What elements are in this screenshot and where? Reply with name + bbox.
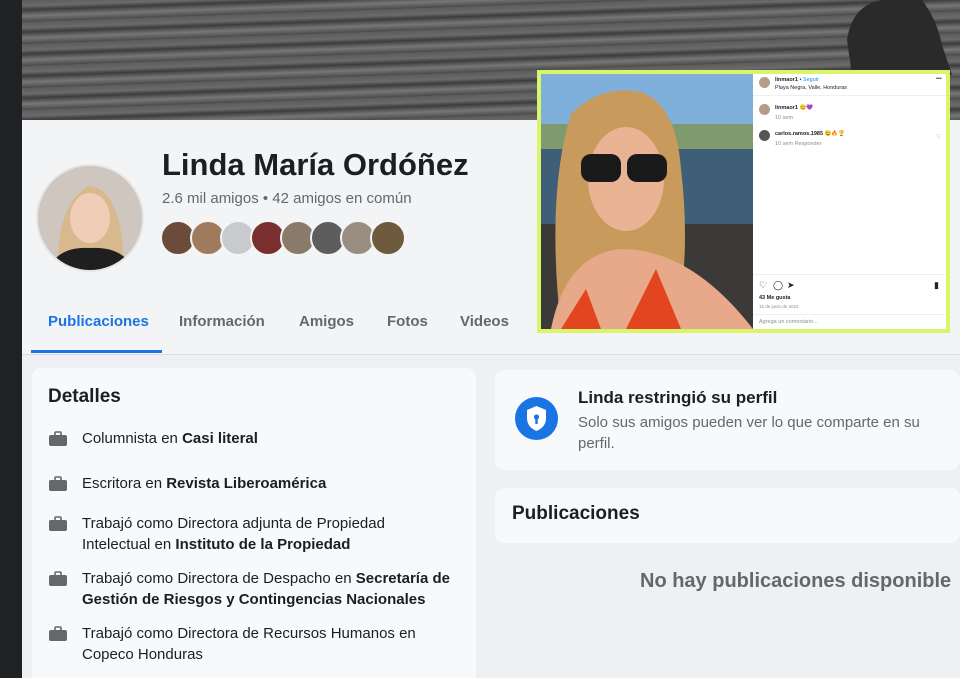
comment-username[interactable]: carlos.ramos.1985 [775, 131, 823, 137]
briefcase-icon [49, 516, 67, 531]
detail-text: Trabajó como Directora de Despacho en [82, 570, 356, 587]
insta-divider [753, 95, 946, 96]
share-icon[interactable]: ➤ [787, 280, 795, 291]
reply-link[interactable]: Responder [795, 141, 822, 147]
instagram-side-panel: linmaor1 • Seguir Playa Negra, Valle, Ho… [753, 74, 946, 329]
like-icon[interactable]: ♡ [759, 280, 767, 291]
active-tab-indicator [31, 350, 162, 353]
cover-person-silhouette [847, 0, 952, 75]
left-edge [0, 0, 22, 678]
restricted-title: Linda restringió su perfil [578, 388, 778, 407]
shield-icon [515, 397, 558, 440]
no-posts-message: No hay publicaciones disponible [640, 570, 952, 592]
detail-link[interactable]: Casi literal [182, 430, 258, 447]
briefcase-icon [49, 626, 67, 641]
commenter-avatar[interactable] [759, 130, 770, 141]
instagram-avatar[interactable] [759, 104, 770, 115]
posts-header-card: Publicaciones [495, 488, 960, 543]
detail-link[interactable]: Revista Liberoamérica [166, 475, 326, 492]
detail-link[interactable]: Instituto de la Propiedad [175, 536, 350, 553]
tab-amigos[interactable]: Amigos [299, 313, 354, 330]
insta-divider [753, 274, 946, 275]
briefcase-icon [49, 476, 67, 491]
instagram-post-inset: linmaor1 • Seguir Playa Negra, Valle, Ho… [537, 70, 950, 333]
briefcase-icon [49, 431, 67, 446]
details-title: Detalles [48, 386, 121, 407]
bookmark-icon[interactable]: ▮ [934, 280, 939, 291]
insta-divider [753, 314, 946, 315]
add-comment-input[interactable]: Agrega un comentario... [759, 319, 818, 325]
caption-username[interactable]: linmaor1 [775, 105, 798, 111]
posts-title: Publicaciones [512, 503, 640, 524]
instagram-location[interactable]: Playa Negra, Valle, Honduras [775, 85, 847, 91]
friends-count[interactable]: 2.6 mil amigos • 42 amigos en común [162, 190, 412, 207]
detail-text: Columnista en [82, 430, 183, 447]
avatar-photo [38, 166, 142, 270]
instagram-username[interactable]: linmaor1 [775, 77, 798, 83]
profile-avatar[interactable] [36, 164, 144, 272]
friend-avatar[interactable] [370, 220, 406, 256]
instagram-photo [541, 74, 753, 329]
comment-time: 10 sem [775, 141, 794, 147]
restricted-profile-card: Linda restringió su perfil Solo sus amig… [495, 370, 960, 470]
comment-like-icon[interactable]: ♡ [936, 134, 941, 140]
instagram-follow-button[interactable]: Seguir [803, 77, 819, 83]
header-divider [22, 354, 960, 355]
more-options-icon[interactable]: ••• [936, 76, 942, 82]
screenshot-frame: Linda María Ordóñez 2.6 mil amigos • 42 … [0, 0, 960, 678]
comment-icon[interactable]: ◯ [773, 280, 783, 291]
post-date: 15 de junio de 2023 [759, 304, 799, 309]
detail-text: Trabajó como Directora de Recursos Human… [82, 625, 416, 663]
tab-informacion[interactable]: Información [179, 313, 265, 330]
tab-fotos[interactable]: Fotos [387, 313, 428, 330]
comment-emoji: 😉🔥🏆 [824, 131, 846, 137]
detail-text: Escritora en [82, 475, 167, 492]
instagram-avatar[interactable] [759, 77, 770, 88]
tab-publicaciones[interactable]: Publicaciones [48, 313, 149, 330]
details-card: Detalles Columnista en Casi literal Escr… [32, 368, 476, 678]
tab-videos[interactable]: Videos [460, 313, 509, 330]
profile-name: Linda María Ordóñez [162, 147, 469, 182]
restricted-text: Solo sus amigos pueden ver lo que compar… [578, 414, 920, 452]
caption-emoji: 😊💜 [799, 105, 814, 111]
briefcase-icon [49, 571, 67, 586]
likes-count[interactable]: 43 Me gusta [759, 295, 790, 301]
caption-time: 10 sem [775, 115, 794, 121]
